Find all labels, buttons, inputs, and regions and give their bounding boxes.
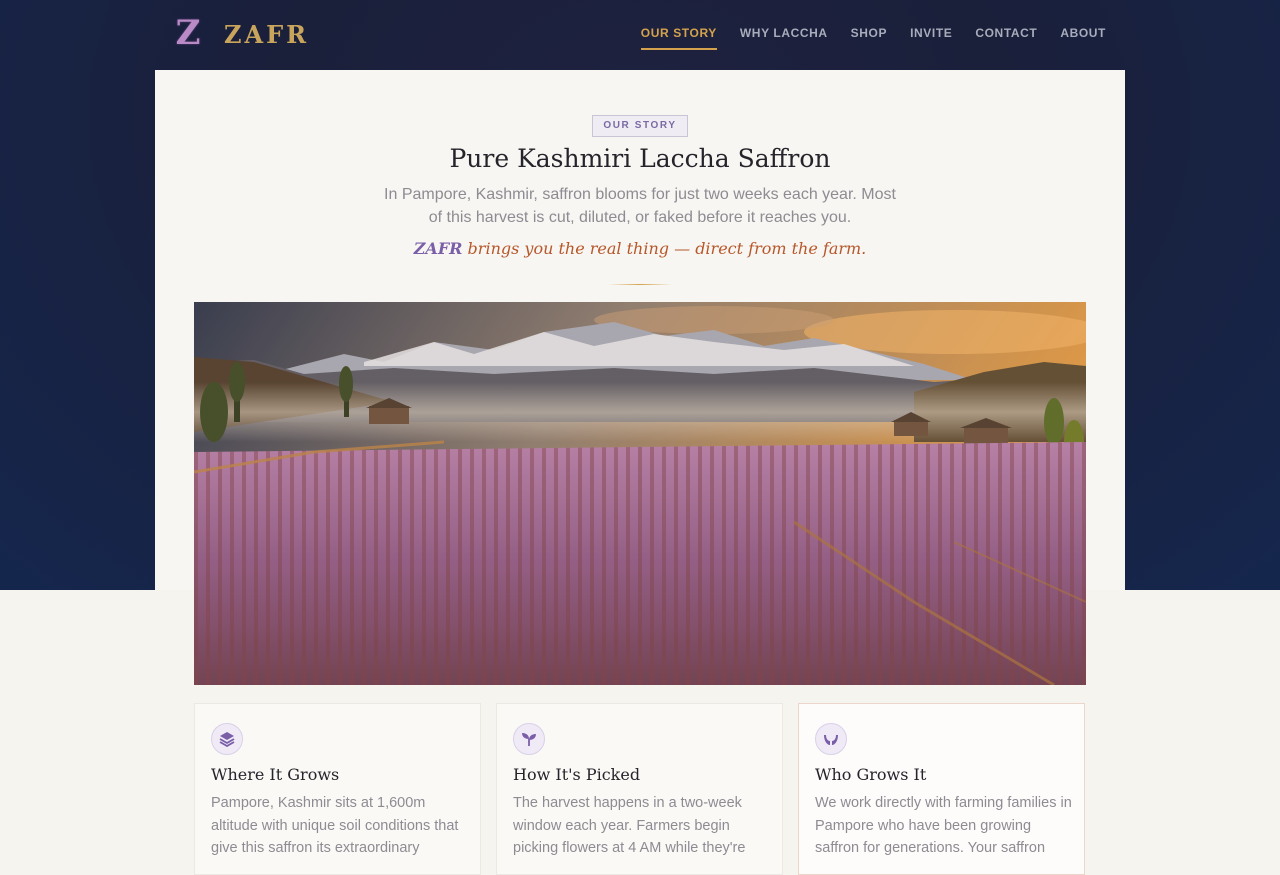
story-tagline: ZAFR brings you the real thing — direct … xyxy=(155,237,1125,261)
nav-link-about[interactable]: ABOUT xyxy=(1060,24,1106,42)
card-title: Where It Grows xyxy=(211,765,340,784)
tagline-brand: ZAFR xyxy=(413,239,463,258)
card-title: How It's Picked xyxy=(513,765,641,784)
saffron-field-illustration xyxy=(194,302,1086,685)
card-body: We work directly with farming families i… xyxy=(815,795,1072,856)
divider xyxy=(608,284,672,285)
saffron-field-photo xyxy=(194,302,1086,685)
feature-card-how-its-picked: How It's Picked The harvest happens in a… xyxy=(496,703,783,875)
feature-card-who-grows-it: Who Grows It We work directly with farmi… xyxy=(798,703,1085,875)
sprout-icon xyxy=(513,723,545,755)
top-navigation: Z ZAFR OUR STORY WHY LACCHA SHOP INVITE … xyxy=(0,0,1280,70)
brand-name[interactable]: ZAFR xyxy=(224,20,309,50)
card-title: Who Grows It xyxy=(815,765,927,784)
logo-icon[interactable]: Z xyxy=(172,14,204,52)
layers-icon xyxy=(211,723,243,755)
page-title: Pure Kashmiri Laccha Saffron xyxy=(449,144,831,173)
tagline-text: brings you the real thing — direct from … xyxy=(462,239,867,258)
nav-link-contact[interactable]: CONTACT xyxy=(975,24,1037,42)
feature-card-where-it-grows: Where It Grows Pampore, Kashmir sits at … xyxy=(194,703,481,875)
nav-link-why-laccha[interactable]: WHY LACCHA xyxy=(740,24,828,42)
nav-link-invite[interactable]: INVITE xyxy=(910,24,952,42)
card-body: Pampore, Kashmir sits at 1,600m altitude… xyxy=(211,795,459,856)
nav-link-shop[interactable]: SHOP xyxy=(851,24,887,42)
nav-link-our-story[interactable]: OUR STORY xyxy=(640,24,717,50)
hands-icon xyxy=(815,723,847,755)
nav-menu: OUR STORY WHY LACCHA SHOP INVITE CONTACT… xyxy=(640,24,1106,50)
story-subtitle: In Pampore, Kashmir, saffron blooms for … xyxy=(384,186,896,226)
card-body: The harvest happens in a two-week window… xyxy=(513,795,746,856)
section-badge: OUR STORY xyxy=(592,115,688,137)
